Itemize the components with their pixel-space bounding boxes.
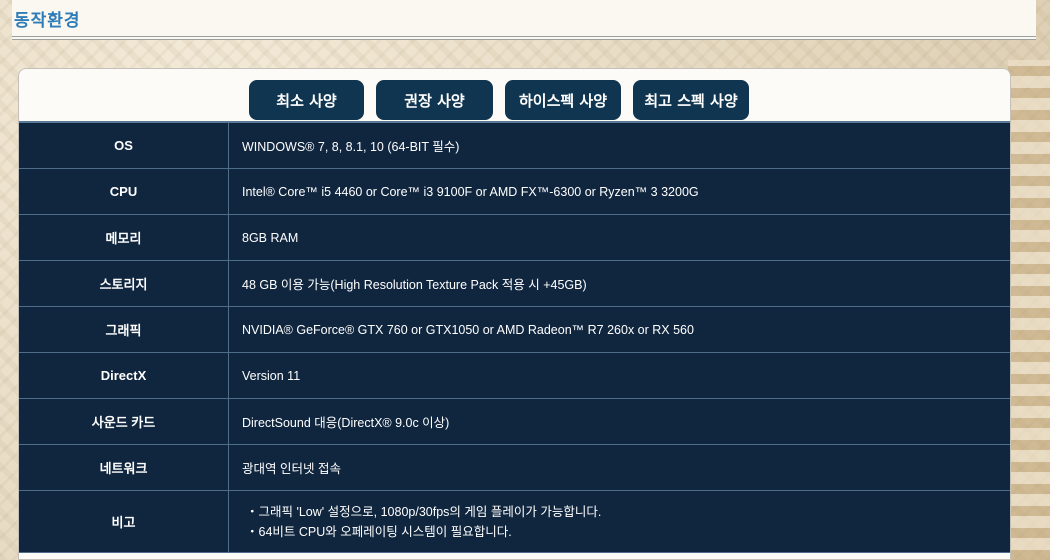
- table-row: 사운드 카드 DirectSound 대응(DirectX® 9.0c 이상): [19, 399, 1010, 445]
- row-value-os: WINDOWS® 7, 8, 8.1, 10 (64-BIT 필수): [242, 140, 460, 154]
- row-value-graphics: NVIDIA® GeForce® GTX 760 or GTX1050 or A…: [242, 322, 694, 337]
- note-line: ・64비트 CPU와 오페레이팅 시스템이 필요합니다.: [246, 524, 512, 539]
- row-label-storage: 스토리지: [19, 261, 229, 306]
- row-label-directx: DirectX: [19, 353, 229, 398]
- row-label-graphics: 그래픽: [19, 307, 229, 352]
- row-label-notes: 비고: [19, 491, 229, 552]
- row-value-notes: ・그래픽 'Low' 설정으로, 1080p/30fps의 게임 플레이가 가능…: [229, 491, 1010, 552]
- decorative-border: [1008, 60, 1050, 560]
- spec-tabs: 최소 사양 권장 사양 하이스펙 사양 최고 스펙 사양: [249, 80, 749, 120]
- row-label-network: 네트워크: [19, 445, 229, 490]
- table-row: DirectX Version 11: [19, 353, 1010, 399]
- tab-recommended-spec[interactable]: 권장 사양: [376, 80, 493, 120]
- row-label-os: OS: [19, 123, 229, 168]
- table-row: 스토리지 48 GB 이용 가능(High Resolution Texture…: [19, 261, 1010, 307]
- row-value-storage: 48 GB 이용 가능(High Resolution Texture Pack…: [242, 278, 587, 292]
- row-label-memory: 메모리: [19, 215, 229, 260]
- tab-max-spec[interactable]: 최고 스펙 사양: [633, 80, 749, 120]
- tab-minimum-spec[interactable]: 최소 사양: [249, 80, 364, 120]
- row-value-directx: Version 11: [242, 368, 301, 383]
- table-row: CPU Intel® Core™ i5 4460 or Core™ i3 910…: [19, 169, 1010, 215]
- row-value-memory: 8GB RAM: [242, 230, 299, 245]
- spec-table: OS WINDOWS® 7, 8, 8.1, 10 (64-BIT 필수) CP…: [19, 121, 1010, 553]
- section-header: 동작환경: [12, 0, 1036, 40]
- table-row: 그래픽 NVIDIA® GeForce® GTX 760 or GTX1050 …: [19, 307, 1010, 353]
- tab-high-spec[interactable]: 하이스펙 사양: [505, 80, 621, 120]
- row-value-cpu: Intel® Core™ i5 4460 or Core™ i3 9100F o…: [242, 184, 699, 199]
- row-label-sound: 사운드 카드: [19, 399, 229, 444]
- row-label-cpu: CPU: [19, 169, 229, 214]
- table-row: 비고 ・그래픽 'Low' 설정으로, 1080p/30fps의 게임 플레이가…: [19, 491, 1010, 553]
- spec-panel: 최소 사양 권장 사양 하이스펙 사양 최고 스펙 사양 OS WINDOWS®…: [18, 68, 1011, 560]
- table-row: 메모리 8GB RAM: [19, 215, 1010, 261]
- note-line: ・그래픽 'Low' 설정으로, 1080p/30fps의 게임 플레이가 가능…: [246, 504, 602, 519]
- table-row: OS WINDOWS® 7, 8, 8.1, 10 (64-BIT 필수): [19, 123, 1010, 169]
- row-value-network: 광대역 인터넷 접속: [242, 462, 341, 476]
- row-value-sound: DirectSound 대응(DirectX® 9.0c 이상): [242, 416, 450, 430]
- table-row: 네트워크 광대역 인터넷 접속: [19, 445, 1010, 491]
- section-title: 동작환경: [14, 10, 81, 31]
